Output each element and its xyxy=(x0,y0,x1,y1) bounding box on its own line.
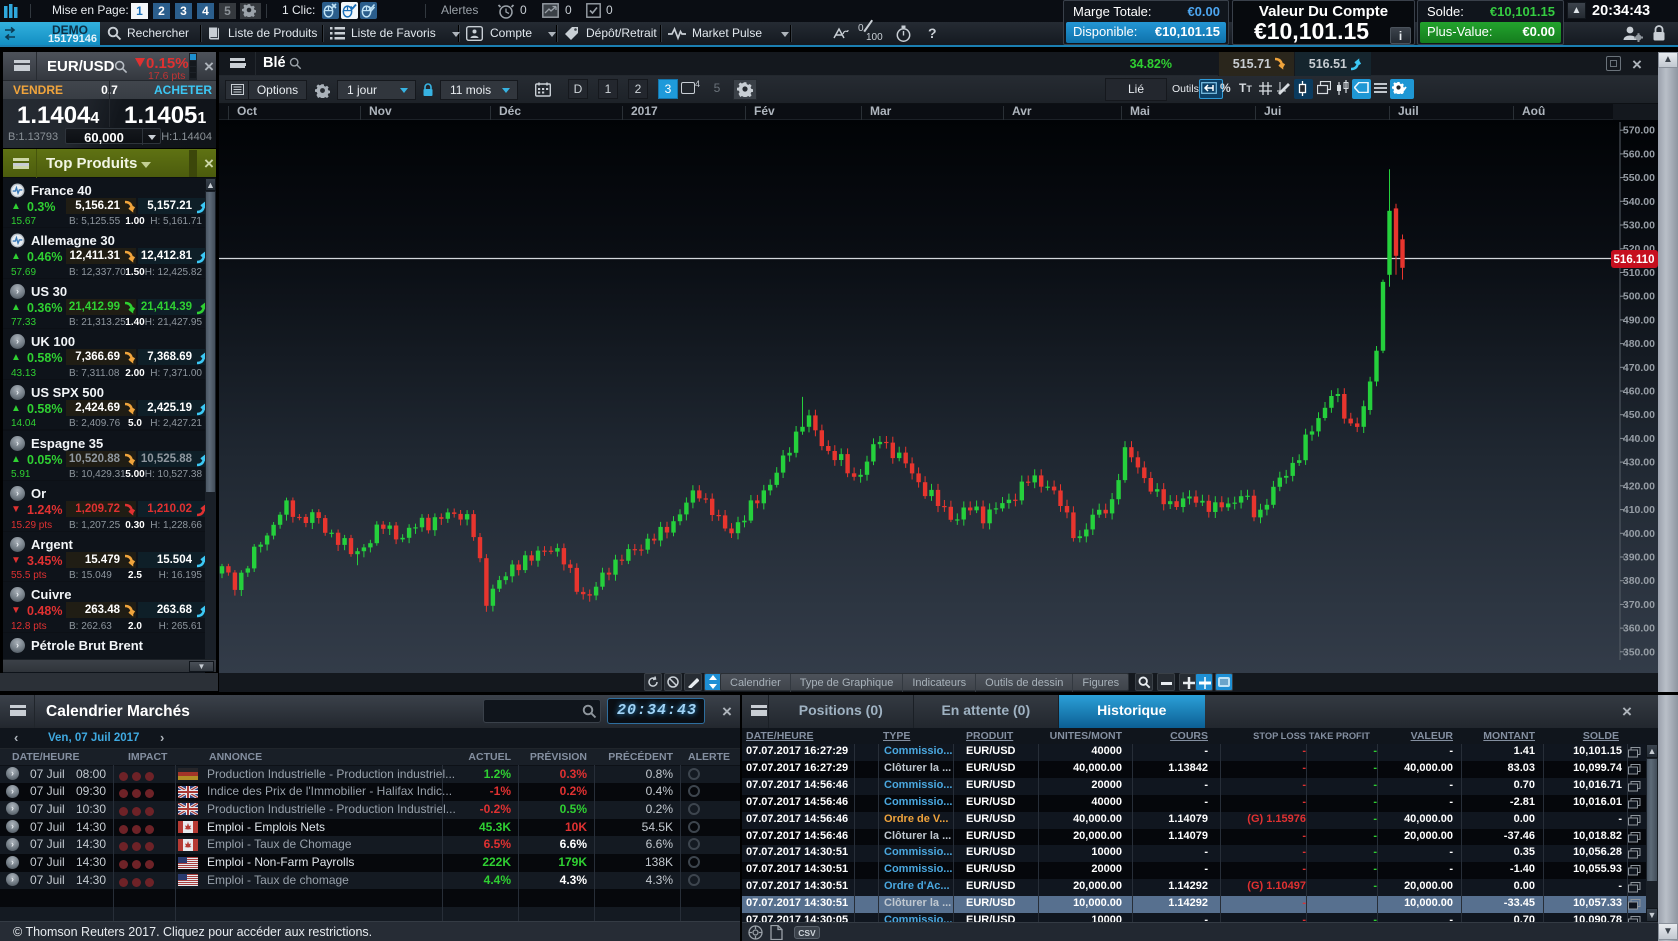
svg-text:420.00: 420.00 xyxy=(1623,480,1655,492)
svg-text:550.00: 550.00 xyxy=(1623,172,1655,184)
svg-text:490.00: 490.00 xyxy=(1623,314,1655,326)
svg-text:460.00: 460.00 xyxy=(1623,386,1655,398)
svg-text:430.00: 430.00 xyxy=(1623,457,1655,469)
svg-text:470.00: 470.00 xyxy=(1623,362,1655,374)
svg-text:516.110: 516.110 xyxy=(1614,254,1655,266)
svg-text:380.00: 380.00 xyxy=(1623,575,1655,587)
svg-text:560.00: 560.00 xyxy=(1623,148,1655,160)
svg-text:500.00: 500.00 xyxy=(1623,291,1655,303)
svg-text:510.00: 510.00 xyxy=(1623,267,1655,279)
svg-text:410.00: 410.00 xyxy=(1623,504,1655,516)
svg-text:570.00: 570.00 xyxy=(1623,125,1655,137)
svg-text:450.00: 450.00 xyxy=(1623,409,1655,421)
svg-text:360.00: 360.00 xyxy=(1623,623,1655,635)
svg-text:530.00: 530.00 xyxy=(1623,220,1655,232)
svg-text:350.00: 350.00 xyxy=(1623,646,1655,658)
svg-text:480.00: 480.00 xyxy=(1623,338,1655,350)
svg-text:370.00: 370.00 xyxy=(1623,599,1655,611)
svg-text:400.00: 400.00 xyxy=(1623,528,1655,540)
svg-text:540.00: 540.00 xyxy=(1623,196,1655,208)
svg-text:390.00: 390.00 xyxy=(1623,552,1655,564)
svg-text:440.00: 440.00 xyxy=(1623,433,1655,445)
